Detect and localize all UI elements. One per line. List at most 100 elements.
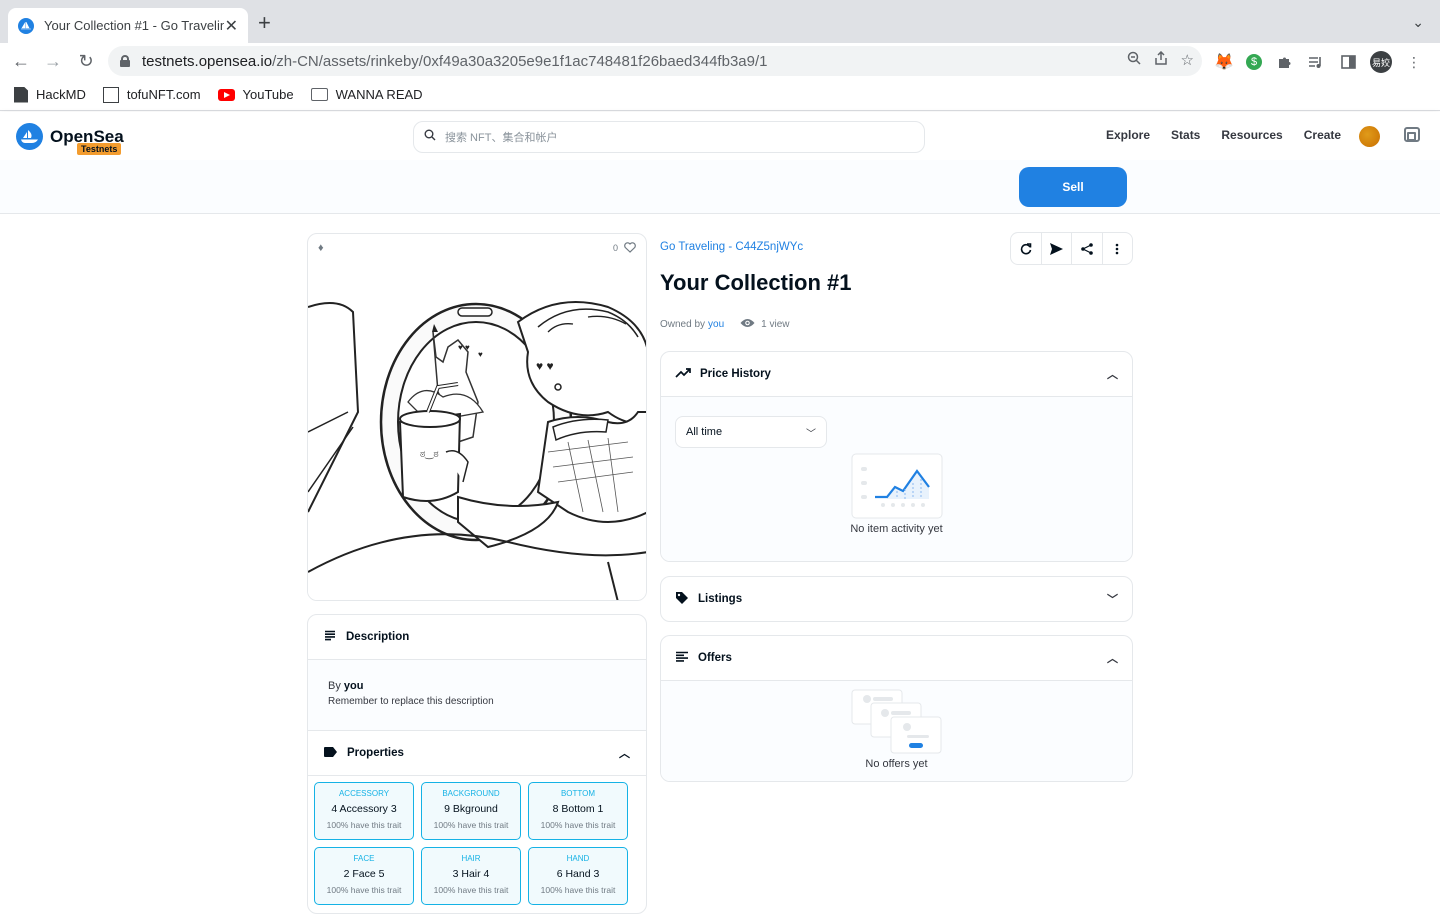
bookmark-wanna-read[interactable]: WANNA READ: [310, 87, 423, 102]
new-tab-icon[interactable]: +: [258, 12, 271, 34]
search-icon: [424, 128, 436, 146]
description-heading: Description: [346, 631, 410, 643]
nav-explore[interactable]: Explore: [1106, 128, 1150, 142]
bookmark-tofunft[interactable]: tofuNFT.com: [102, 86, 201, 103]
description-card: Description By you Remember to replace t…: [307, 614, 647, 914]
wallet-icon[interactable]: [1404, 127, 1420, 142]
close-tab-icon[interactable]: ✕: [225, 16, 238, 36]
offers-header[interactable]: Offers ︿: [661, 636, 1132, 680]
eye-icon: [740, 318, 755, 331]
listings-panel: Listings ﹀: [660, 576, 1133, 622]
properties-heading: Properties: [347, 747, 404, 759]
offers-list-icon: [675, 651, 689, 665]
opensea-favicon-icon: [18, 17, 34, 34]
svg-text:♥ ♥: ♥ ♥: [536, 359, 554, 373]
refresh-icon[interactable]: [1011, 233, 1042, 264]
address-bar[interactable]: testnets.opensea.io/zh-CN/assets/rinkeby…: [108, 46, 1202, 76]
property-hair[interactable]: HAIR 3 Hair 4 100% have this trait: [421, 847, 521, 905]
price-tag-icon: [675, 591, 689, 608]
property-face[interactable]: FACE 2 Face 5 100% have this trait: [314, 847, 414, 905]
nft-image-card: ♦ 0 ♥ ♥ ♥ ಠ‿ಠ ♥ ♥: [307, 233, 647, 601]
listings-header[interactable]: Listings ﹀: [661, 577, 1132, 621]
search-placeholder: 搜索 NFT、集合和帐户: [445, 132, 558, 144]
profile-avatar[interactable]: 易姣: [1370, 51, 1392, 73]
empty-offers-illustration: [851, 689, 942, 754]
no-offers-text: No offers yet: [865, 758, 928, 770]
opensea-boat-icon: [16, 123, 43, 150]
collection-link[interactable]: Go Traveling - C44Z5njWYc: [660, 241, 803, 253]
folder-icon: [310, 88, 328, 101]
ethereum-icon: ♦: [318, 242, 324, 254]
price-history-header[interactable]: Price History ︿: [661, 352, 1132, 396]
owned-by-label: Owned by: [660, 319, 706, 330]
description-header[interactable]: Description: [308, 615, 646, 660]
bookmark-youtube[interactable]: YouTube: [217, 87, 294, 102]
description-lines-icon: [324, 630, 336, 644]
document-icon: [14, 86, 28, 103]
nft-artwork[interactable]: ♥ ♥ ♥ ಠ‿ಠ ♥ ♥: [308, 262, 647, 601]
chevron-up-icon[interactable]: ︿: [1107, 366, 1118, 382]
dollar-extension-icon[interactable]: $: [1246, 54, 1262, 70]
chevron-up-icon[interactable]: ︿: [619, 745, 630, 761]
side-panel-icon[interactable]: [1338, 52, 1358, 72]
heart-icon[interactable]: [624, 241, 636, 255]
tag-icon: [324, 746, 337, 760]
nav-stats[interactable]: Stats: [1171, 128, 1200, 142]
url-text: testnets.opensea.io/zh-CN/assets/rinkeby…: [142, 52, 768, 70]
back-icon[interactable]: ←: [10, 50, 32, 72]
reload-icon[interactable]: ↻: [75, 50, 97, 72]
properties-header[interactable]: Properties ︿: [308, 731, 646, 776]
extensions-puzzle-icon[interactable]: [1274, 52, 1294, 72]
price-history-panel: Price History ︿ All time ﹀ No item activ…: [660, 351, 1133, 562]
search-input[interactable]: 搜索 NFT、集合和帐户: [413, 121, 925, 153]
favorites-count: 0: [612, 243, 618, 253]
share-icon[interactable]: [1154, 50, 1167, 69]
image-card-header: ♦ 0: [308, 234, 646, 262]
bookmark-star-icon[interactable]: ☆: [1181, 51, 1194, 69]
owner-link[interactable]: you: [708, 319, 724, 330]
user-avatar[interactable]: [1359, 126, 1380, 147]
sell-button[interactable]: Sell: [1019, 167, 1127, 207]
more-options-icon[interactable]: [1103, 233, 1133, 264]
youtube-icon: [217, 88, 235, 101]
property-bottom[interactable]: BOTTOM 8 Bottom 1 100% have this trait: [528, 782, 628, 840]
site-header: OpenSea Testnets 搜索 NFT、集合和帐户 Explore St…: [0, 112, 1440, 160]
property-background[interactable]: BACKGROUND 9 Bkground 100% have this tra…: [421, 782, 521, 840]
browser-menu-icon[interactable]: ⋮: [1404, 52, 1424, 72]
transfer-icon[interactable]: [1042, 233, 1072, 264]
chevron-up-icon[interactable]: ︿: [1107, 650, 1118, 666]
svg-text:ಠ‿ಠ: ಠ‿ಠ: [420, 449, 439, 460]
bookmark-hackmd[interactable]: HackMD: [14, 86, 86, 103]
metamask-extension-icon[interactable]: 🦊: [1214, 52, 1234, 72]
creator-link[interactable]: you: [344, 680, 364, 692]
property-hand[interactable]: HAND 6 Hand 3 100% have this trait: [528, 847, 628, 905]
nav-create[interactable]: Create: [1304, 128, 1341, 142]
testnets-badge: Testnets: [77, 143, 122, 155]
empty-chart-illustration: [851, 453, 943, 519]
browser-tab[interactable]: Your Collection #1 - Go Traveling ✕: [8, 8, 248, 43]
browser-toolbar: ← → ↻ testnets.opensea.io/zh-CN/assets/r…: [0, 43, 1440, 79]
svg-text:♥ ♥: ♥ ♥: [458, 343, 470, 352]
nav-resources[interactable]: Resources: [1221, 128, 1282, 142]
tab-search-icon[interactable]: ⌄: [1412, 14, 1424, 31]
time-range-select[interactable]: All time ﹀: [675, 416, 827, 448]
browser-tabstrip: Your Collection #1 - Go Traveling ✕ + ⌄: [0, 0, 1440, 43]
description-body: By you Remember to replace this descript…: [308, 660, 646, 731]
creator-line: By you: [328, 680, 364, 692]
offers-body: No offers yet: [661, 680, 1132, 781]
view-count: 1 view: [740, 318, 790, 331]
owner-action-bar: Sell: [0, 160, 1440, 214]
asset-title: Your Collection #1: [660, 270, 852, 295]
share-icon[interactable]: [1072, 233, 1103, 264]
media-control-icon[interactable]: [1306, 52, 1326, 72]
properties-grid: ACCESSORY 4 Accessory 3 100% have this t…: [308, 776, 646, 911]
forward-icon[interactable]: →: [42, 50, 64, 72]
no-activity-text: No item activity yet: [850, 523, 943, 535]
zoom-icon[interactable]: [1127, 51, 1141, 69]
tab-title: Your Collection #1 - Go Traveling: [44, 18, 224, 33]
chevron-down-icon[interactable]: ﹀: [1107, 591, 1118, 607]
property-accessory[interactable]: ACCESSORY 4 Accessory 3 100% have this t…: [314, 782, 414, 840]
lock-icon[interactable]: [120, 55, 130, 67]
svg-text:♥: ♥: [478, 350, 483, 359]
tofu-icon: [102, 86, 119, 103]
